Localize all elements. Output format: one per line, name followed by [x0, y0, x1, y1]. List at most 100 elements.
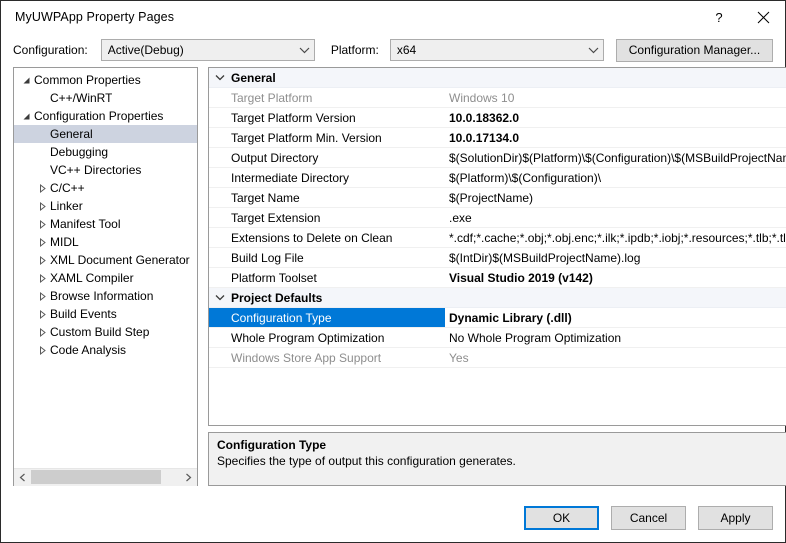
property-row[interactable]: Whole Program Optimization No Whole Progr…: [209, 328, 786, 348]
property-value: $(ProjectName): [449, 190, 534, 205]
twisty-collapsed-icon: [34, 237, 50, 247]
property-row[interactable]: Target Extension .exe: [209, 208, 786, 228]
property-value-cell[interactable]: 10.0.17134.0: [443, 128, 786, 147]
tree-item-common-properties[interactable]: Common Properties: [14, 71, 197, 89]
twisty-expanded-icon: [18, 76, 34, 85]
tree-item-label: XML Document Generator: [50, 253, 190, 267]
property-value-cell[interactable]: No Whole Program Optimization: [443, 328, 786, 347]
property-grid[interactable]: General Target Platform Windows 10 Target P…: [209, 68, 786, 368]
property-value-cell[interactable]: 10.0.18362.0: [443, 108, 786, 127]
property-row[interactable]: Target Platform Windows 10: [209, 88, 786, 108]
tree-item-label: XAML Compiler: [50, 271, 134, 285]
ok-button[interactable]: OK: [524, 506, 599, 530]
tree-horizontal-scrollbar[interactable]: [14, 468, 197, 486]
property-row[interactable]: Intermediate Directory $(Platform)\$(Conf…: [209, 168, 786, 188]
tree-item-xml-document-generator[interactable]: XML Document Generator: [14, 251, 197, 269]
property-row[interactable]: Configuration Type Dynamic Library (.dll): [209, 308, 786, 328]
property-name: Target Platform Version: [231, 110, 356, 125]
property-value: No Whole Program Optimization: [449, 330, 622, 345]
property-value: Dynamic Library (.dll): [449, 310, 572, 325]
grid-section-header[interactable]: General: [209, 68, 786, 88]
twisty-collapsed-icon: [34, 291, 50, 301]
property-name: Target Name: [231, 190, 300, 205]
property-name: Windows Store App Support: [231, 350, 382, 365]
tree-item-xaml-compiler[interactable]: XAML Compiler: [14, 269, 197, 287]
description-panel: Configuration Type Specifies the type of…: [208, 432, 786, 486]
grid-section-header[interactable]: Project Defaults: [209, 288, 786, 308]
tree-item-midl[interactable]: MIDL: [14, 233, 197, 251]
property-value: .exe: [449, 210, 472, 225]
property-tree[interactable]: Common Properties C++/WinRT Configuration …: [14, 68, 197, 468]
property-value-cell[interactable]: $(Platform)\$(Configuration)\: [443, 168, 786, 187]
twisty-collapsed-icon: [34, 273, 50, 283]
property-row[interactable]: Platform Toolset Visual Studio 2019 (v142…: [209, 268, 786, 288]
tree-item-label: Build Events: [50, 307, 117, 321]
property-tree-panel: Common Properties C++/WinRT Configuration …: [13, 67, 198, 486]
platform-value: x64: [396, 43, 417, 57]
tree-item-label: Code Analysis: [50, 343, 127, 357]
window-title: MyUWPApp Property Pages: [15, 10, 175, 24]
configuration-label: Configuration:: [13, 43, 88, 57]
tree-item-code-analysis[interactable]: Code Analysis: [14, 341, 197, 359]
property-value-cell[interactable]: *.cdf;*.cache;*.obj;*.obj.enc;*.ilk;*.ip…: [443, 228, 786, 247]
property-value-cell[interactable]: Visual Studio 2019 (v142): [443, 268, 786, 287]
twisty-collapsed-icon: [34, 219, 50, 229]
twisty-collapsed-icon: [34, 183, 50, 193]
tree-item-c-winrt[interactable]: C++/WinRT: [14, 89, 197, 107]
property-row[interactable]: Target Platform Min. Version 10.0.17134.0: [209, 128, 786, 148]
tree-item-label: Browse Information: [50, 289, 154, 303]
twisty-collapsed-icon: [34, 327, 50, 337]
dialog-footer: OK Cancel Apply: [1, 494, 785, 542]
tree-item-general[interactable]: General: [14, 125, 197, 143]
property-value-cell[interactable]: $(IntDir)$(MSBuildProjectName).log: [443, 248, 786, 267]
apply-label: Apply: [720, 511, 751, 525]
property-row[interactable]: Target Platform Version 10.0.18362.0: [209, 108, 786, 128]
tree-item-label: Custom Build Step: [50, 325, 150, 339]
property-row[interactable]: Target Name $(ProjectName): [209, 188, 786, 208]
configuration-dropdown[interactable]: Active(Debug): [100, 39, 315, 61]
property-value-cell[interactable]: .exe: [443, 208, 786, 227]
close-icon[interactable]: [741, 1, 785, 33]
property-value-cell[interactable]: Windows 10: [443, 88, 786, 107]
property-name: Target Extension: [231, 210, 321, 225]
property-name: Platform Toolset: [231, 270, 317, 285]
chevron-down-icon: [209, 294, 231, 301]
help-icon[interactable]: ?: [697, 1, 741, 33]
property-row[interactable]: Windows Store App Support Yes: [209, 348, 786, 368]
tree-item-linker[interactable]: Linker: [14, 197, 197, 215]
platform-dropdown[interactable]: x64: [389, 39, 604, 61]
property-value-cell[interactable]: $(ProjectName): [443, 188, 786, 207]
tree-item-browse-information[interactable]: Browse Information: [14, 287, 197, 305]
property-value-cell[interactable]: Yes: [443, 348, 786, 367]
property-row[interactable]: Extensions to Delete on Clean *.cdf;*.cac…: [209, 228, 786, 248]
scroll-track[interactable]: [31, 468, 180, 486]
apply-button[interactable]: Apply: [698, 506, 773, 530]
tree-item-debugging[interactable]: Debugging: [14, 143, 197, 161]
twisty-collapsed-icon: [34, 255, 50, 265]
chevron-down-icon: [209, 74, 231, 81]
property-name: Configuration Type: [209, 308, 443, 327]
description-title: Configuration Type: [217, 438, 327, 452]
scroll-right-arrow-icon[interactable]: [180, 468, 197, 486]
property-value-cell[interactable]: $(SolutionDir)$(Platform)\$(Configuratio…: [443, 148, 786, 167]
chevron-down-icon: [296, 47, 314, 54]
configuration-manager-button[interactable]: Configuration Manager...: [615, 38, 773, 62]
property-value-cell[interactable]: Dynamic Library (.dll): [443, 308, 786, 327]
tree-item-manifest-tool[interactable]: Manifest Tool: [14, 215, 197, 233]
property-row[interactable]: Build Log File $(IntDir)$(MSBuildProjectN…: [209, 248, 786, 268]
property-row[interactable]: Output Directory $(SolutionDir)$(Platform…: [209, 148, 786, 168]
scroll-left-arrow-icon[interactable]: [14, 468, 31, 486]
grid-section-title: General: [231, 70, 276, 85]
tree-item-label: General: [50, 127, 93, 141]
tree-item-build-events[interactable]: Build Events: [14, 305, 197, 323]
property-value: 10.0.17134.0: [449, 130, 520, 145]
tree-item-custom-build-step[interactable]: Custom Build Step: [14, 323, 197, 341]
configuration-manager-label: Configuration Manager...: [628, 43, 761, 57]
cancel-button[interactable]: Cancel: [611, 506, 686, 530]
tree-item-vc-directories[interactable]: VC++ Directories: [14, 161, 197, 179]
scroll-thumb[interactable]: [31, 469, 161, 484]
tree-item-configuration-properties[interactable]: Configuration Properties: [14, 107, 197, 125]
help-glyph: ?: [715, 9, 723, 25]
tree-item-label: Debugging: [50, 145, 109, 159]
tree-item-c-c[interactable]: C/C++: [14, 179, 197, 197]
